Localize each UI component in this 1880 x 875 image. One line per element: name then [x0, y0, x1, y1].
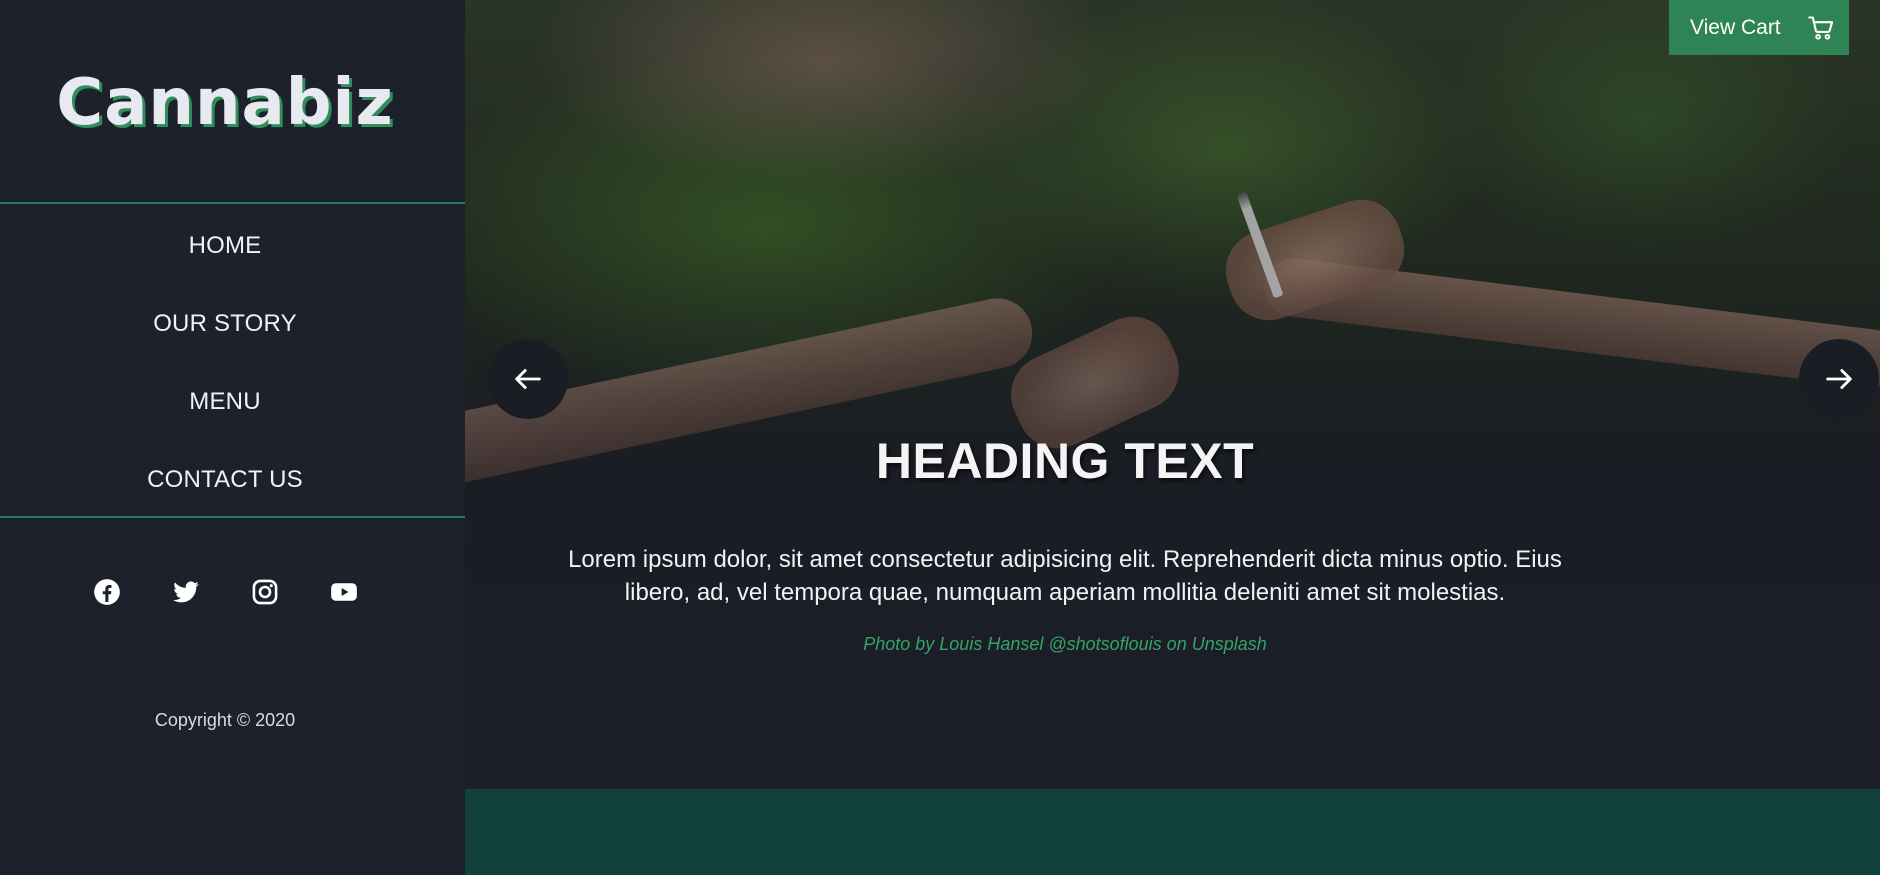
view-cart-button[interactable]: View Cart	[1669, 0, 1849, 55]
hero-description: Lorem ipsum dolor, sit amet consectetur …	[568, 546, 1562, 606]
instagram-icon[interactable]	[251, 578, 279, 606]
next-section-band	[465, 789, 1880, 875]
site-logo[interactable]: Cannabiz	[0, 66, 450, 140]
nav-item-home[interactable]: HOME	[0, 232, 450, 260]
photo-credit[interactable]: Photo by Louis Hansel @shotsoflouis on U…	[465, 634, 1665, 655]
nav-item-our-story[interactable]: OUR STORY	[0, 310, 450, 338]
youtube-icon[interactable]	[330, 578, 358, 606]
page: Cannabiz HOME OUR STORY MENU CONTACT US	[0, 0, 1880, 875]
social-links	[0, 578, 450, 606]
hero-heading: HEADING TEXT	[875, 433, 1255, 489]
slider-next-button[interactable]	[1799, 339, 1879, 419]
cart-icon	[1808, 15, 1834, 40]
view-cart-label: View Cart	[1690, 15, 1781, 39]
nav-item-menu[interactable]: MENU	[0, 388, 450, 416]
sidebar: Cannabiz HOME OUR STORY MENU CONTACT US	[0, 0, 465, 875]
arrow-left-icon	[515, 369, 541, 389]
main-nav: HOME OUR STORY MENU CONTACT US	[0, 202, 465, 518]
nav-item-contact-us[interactable]: CONTACT US	[0, 466, 450, 494]
copyright-text: Copyright © 2020	[154, 710, 296, 730]
slider-prev-button[interactable]	[488, 339, 568, 419]
hero-slider: HEADING TEXT Lorem ipsum dolor, sit amet…	[465, 0, 1880, 789]
arrow-right-icon	[1826, 369, 1852, 389]
hero-overlay	[465, 0, 1880, 789]
facebook-icon[interactable]	[93, 578, 121, 606]
twitter-icon[interactable]	[172, 578, 200, 606]
